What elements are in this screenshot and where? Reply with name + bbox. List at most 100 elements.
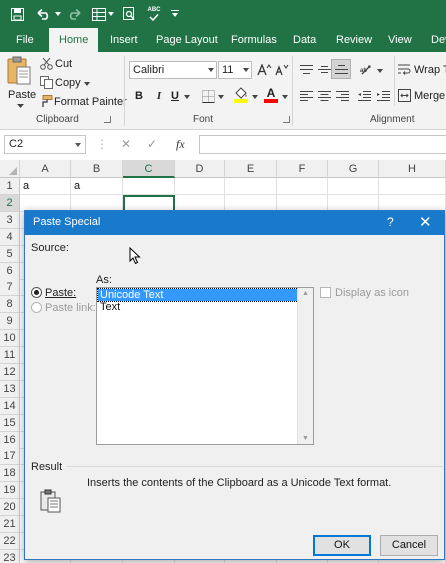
align-left-icon[interactable]	[297, 87, 315, 105]
spelling-icon[interactable]: ABC	[144, 4, 164, 24]
ok-button[interactable]: OK	[313, 535, 371, 556]
borders-icon[interactable]	[199, 87, 217, 105]
column-header-f[interactable]: F	[277, 160, 328, 178]
wrap-text-button[interactable]: Wrap Te	[398, 62, 446, 78]
customize-icon[interactable]	[170, 4, 180, 24]
scroll-up-icon[interactable]: ▲	[302, 290, 309, 297]
row-header-14[interactable]: 14	[0, 397, 20, 415]
format-item-unicode-text[interactable]: Unicode Text	[97, 288, 299, 302]
format-dropdown-icon[interactable]	[107, 4, 115, 24]
undo-icon[interactable]	[36, 4, 52, 24]
paste-link-label[interactable]: Paste link:	[45, 302, 96, 314]
display-as-icon-label[interactable]: Display as icon	[335, 287, 409, 299]
row-header-18[interactable]: 18	[0, 465, 20, 483]
format-icon[interactable]	[91, 4, 107, 24]
close-icon[interactable]: ✕	[419, 213, 432, 231]
tab-file[interactable]: File	[16, 28, 34, 52]
underline-dropdown-icon[interactable]	[184, 95, 190, 99]
row-header-4[interactable]: 4	[0, 228, 20, 246]
row-header-7[interactable]: 7	[0, 279, 20, 297]
row-header-5[interactable]: 5	[0, 245, 20, 263]
decrease-font-size-icon[interactable]	[273, 61, 291, 79]
font-color-dropdown-icon[interactable]	[282, 95, 288, 99]
row-header-22[interactable]: 22	[0, 532, 20, 550]
align-right-icon[interactable]	[333, 87, 351, 105]
redo-icon[interactable]	[66, 4, 82, 24]
row-header-8[interactable]: 8	[0, 296, 20, 314]
row-header-21[interactable]: 21	[0, 516, 20, 533]
row-header-9[interactable]: 9	[0, 313, 20, 331]
row-header-11[interactable]: 11	[0, 347, 20, 364]
format-item-text[interactable]: Text	[98, 301, 298, 313]
paste-radio[interactable]	[31, 287, 42, 298]
bold-button[interactable]: B	[130, 87, 148, 105]
font-color-icon[interactable]: A	[262, 86, 280, 104]
enter-icon[interactable]: ✓	[147, 137, 157, 151]
column-header-h[interactable]: H	[379, 160, 446, 178]
fill-color-dropdown-icon[interactable]	[252, 95, 258, 99]
save-icon[interactable]	[8, 4, 26, 24]
row-header-19[interactable]: 19	[0, 482, 20, 500]
row-header-6[interactable]: 6	[0, 262, 20, 280]
column-header-d[interactable]: D	[175, 160, 225, 178]
tab-developer[interactable]: Dev	[431, 28, 446, 52]
tab-review[interactable]: Review	[336, 28, 372, 52]
select-all-corner[interactable]	[0, 160, 20, 178]
row-header-2[interactable]: 2	[0, 194, 20, 212]
font-launcher-icon[interactable]	[283, 116, 290, 123]
paste-radio-label[interactable]: Paste:	[45, 287, 76, 299]
formula-input[interactable]	[199, 135, 446, 154]
column-header-c[interactable]: C	[123, 160, 175, 178]
decrease-indent-icon[interactable]	[355, 87, 373, 105]
font-name-combo[interactable]: Calibri	[129, 61, 217, 79]
row-header-16[interactable]: 16	[0, 431, 20, 449]
cancel-button[interactable]: Cancel	[380, 535, 438, 556]
name-box[interactable]: C2	[4, 135, 86, 154]
row-header-13[interactable]: 13	[0, 380, 20, 398]
orientation-icon[interactable]: ab	[358, 61, 376, 79]
column-header-g[interactable]: G	[328, 160, 379, 178]
tab-insert[interactable]: Insert	[110, 28, 138, 52]
paste-button[interactable]: Paste	[6, 56, 36, 108]
column-header-b[interactable]: B	[71, 160, 123, 178]
font-size-combo[interactable]: 11	[218, 61, 252, 79]
paste-link-radio[interactable]	[31, 302, 42, 313]
row-header-23[interactable]: 23	[0, 549, 20, 563]
row-header-17[interactable]: 17	[0, 448, 20, 466]
clipboard-launcher-icon[interactable]	[104, 116, 111, 123]
undo-dropdown-icon[interactable]	[54, 4, 62, 24]
tab-formulas[interactable]: Formulas	[231, 28, 277, 52]
increase-font-size-icon[interactable]	[255, 61, 273, 79]
align-center-icon[interactable]	[315, 87, 333, 105]
cell-b1[interactable]: a	[74, 180, 80, 192]
scroll-down-icon[interactable]: ▼	[302, 435, 309, 442]
cell-a1[interactable]: a	[23, 180, 29, 192]
row-header-3[interactable]: 3	[0, 211, 20, 229]
tab-page-layout[interactable]: Page Layout	[156, 28, 218, 52]
fill-color-icon[interactable]	[232, 86, 250, 104]
tab-home[interactable]: Home	[49, 28, 99, 52]
list-scrollbar[interactable]: ▲ ▼	[297, 288, 313, 444]
tab-view[interactable]: View	[388, 28, 412, 52]
borders-dropdown-icon[interactable]	[218, 95, 224, 99]
copy-button[interactable]: Copy	[39, 75, 95, 91]
top-align-icon[interactable]	[297, 61, 315, 79]
row-header-12[interactable]: 12	[0, 363, 20, 381]
print-preview-icon[interactable]	[121, 4, 137, 24]
as-format-list[interactable]: Unicode Text Text ▲ ▼	[96, 287, 314, 445]
display-as-icon-checkbox[interactable]	[320, 287, 331, 298]
underline-button[interactable]: U	[166, 87, 184, 105]
bottom-align-icon[interactable]	[331, 59, 351, 79]
insert-function-icon[interactable]: fx	[176, 137, 185, 152]
tab-data[interactable]: Data	[293, 28, 316, 52]
cancel-icon[interactable]: ✕	[121, 137, 131, 151]
help-icon[interactable]: ?	[387, 215, 394, 229]
row-header-15[interactable]: 15	[0, 414, 20, 432]
column-header-a[interactable]: A	[20, 160, 71, 178]
format-painter-button[interactable]: Format Painter	[39, 94, 127, 110]
row-header-1[interactable]: 1	[0, 178, 20, 195]
orientation-dropdown-icon[interactable]	[377, 69, 383, 73]
row-header-20[interactable]: 20	[0, 499, 20, 517]
column-header-e[interactable]: E	[225, 160, 277, 178]
row-header-10[interactable]: 10	[0, 330, 20, 348]
